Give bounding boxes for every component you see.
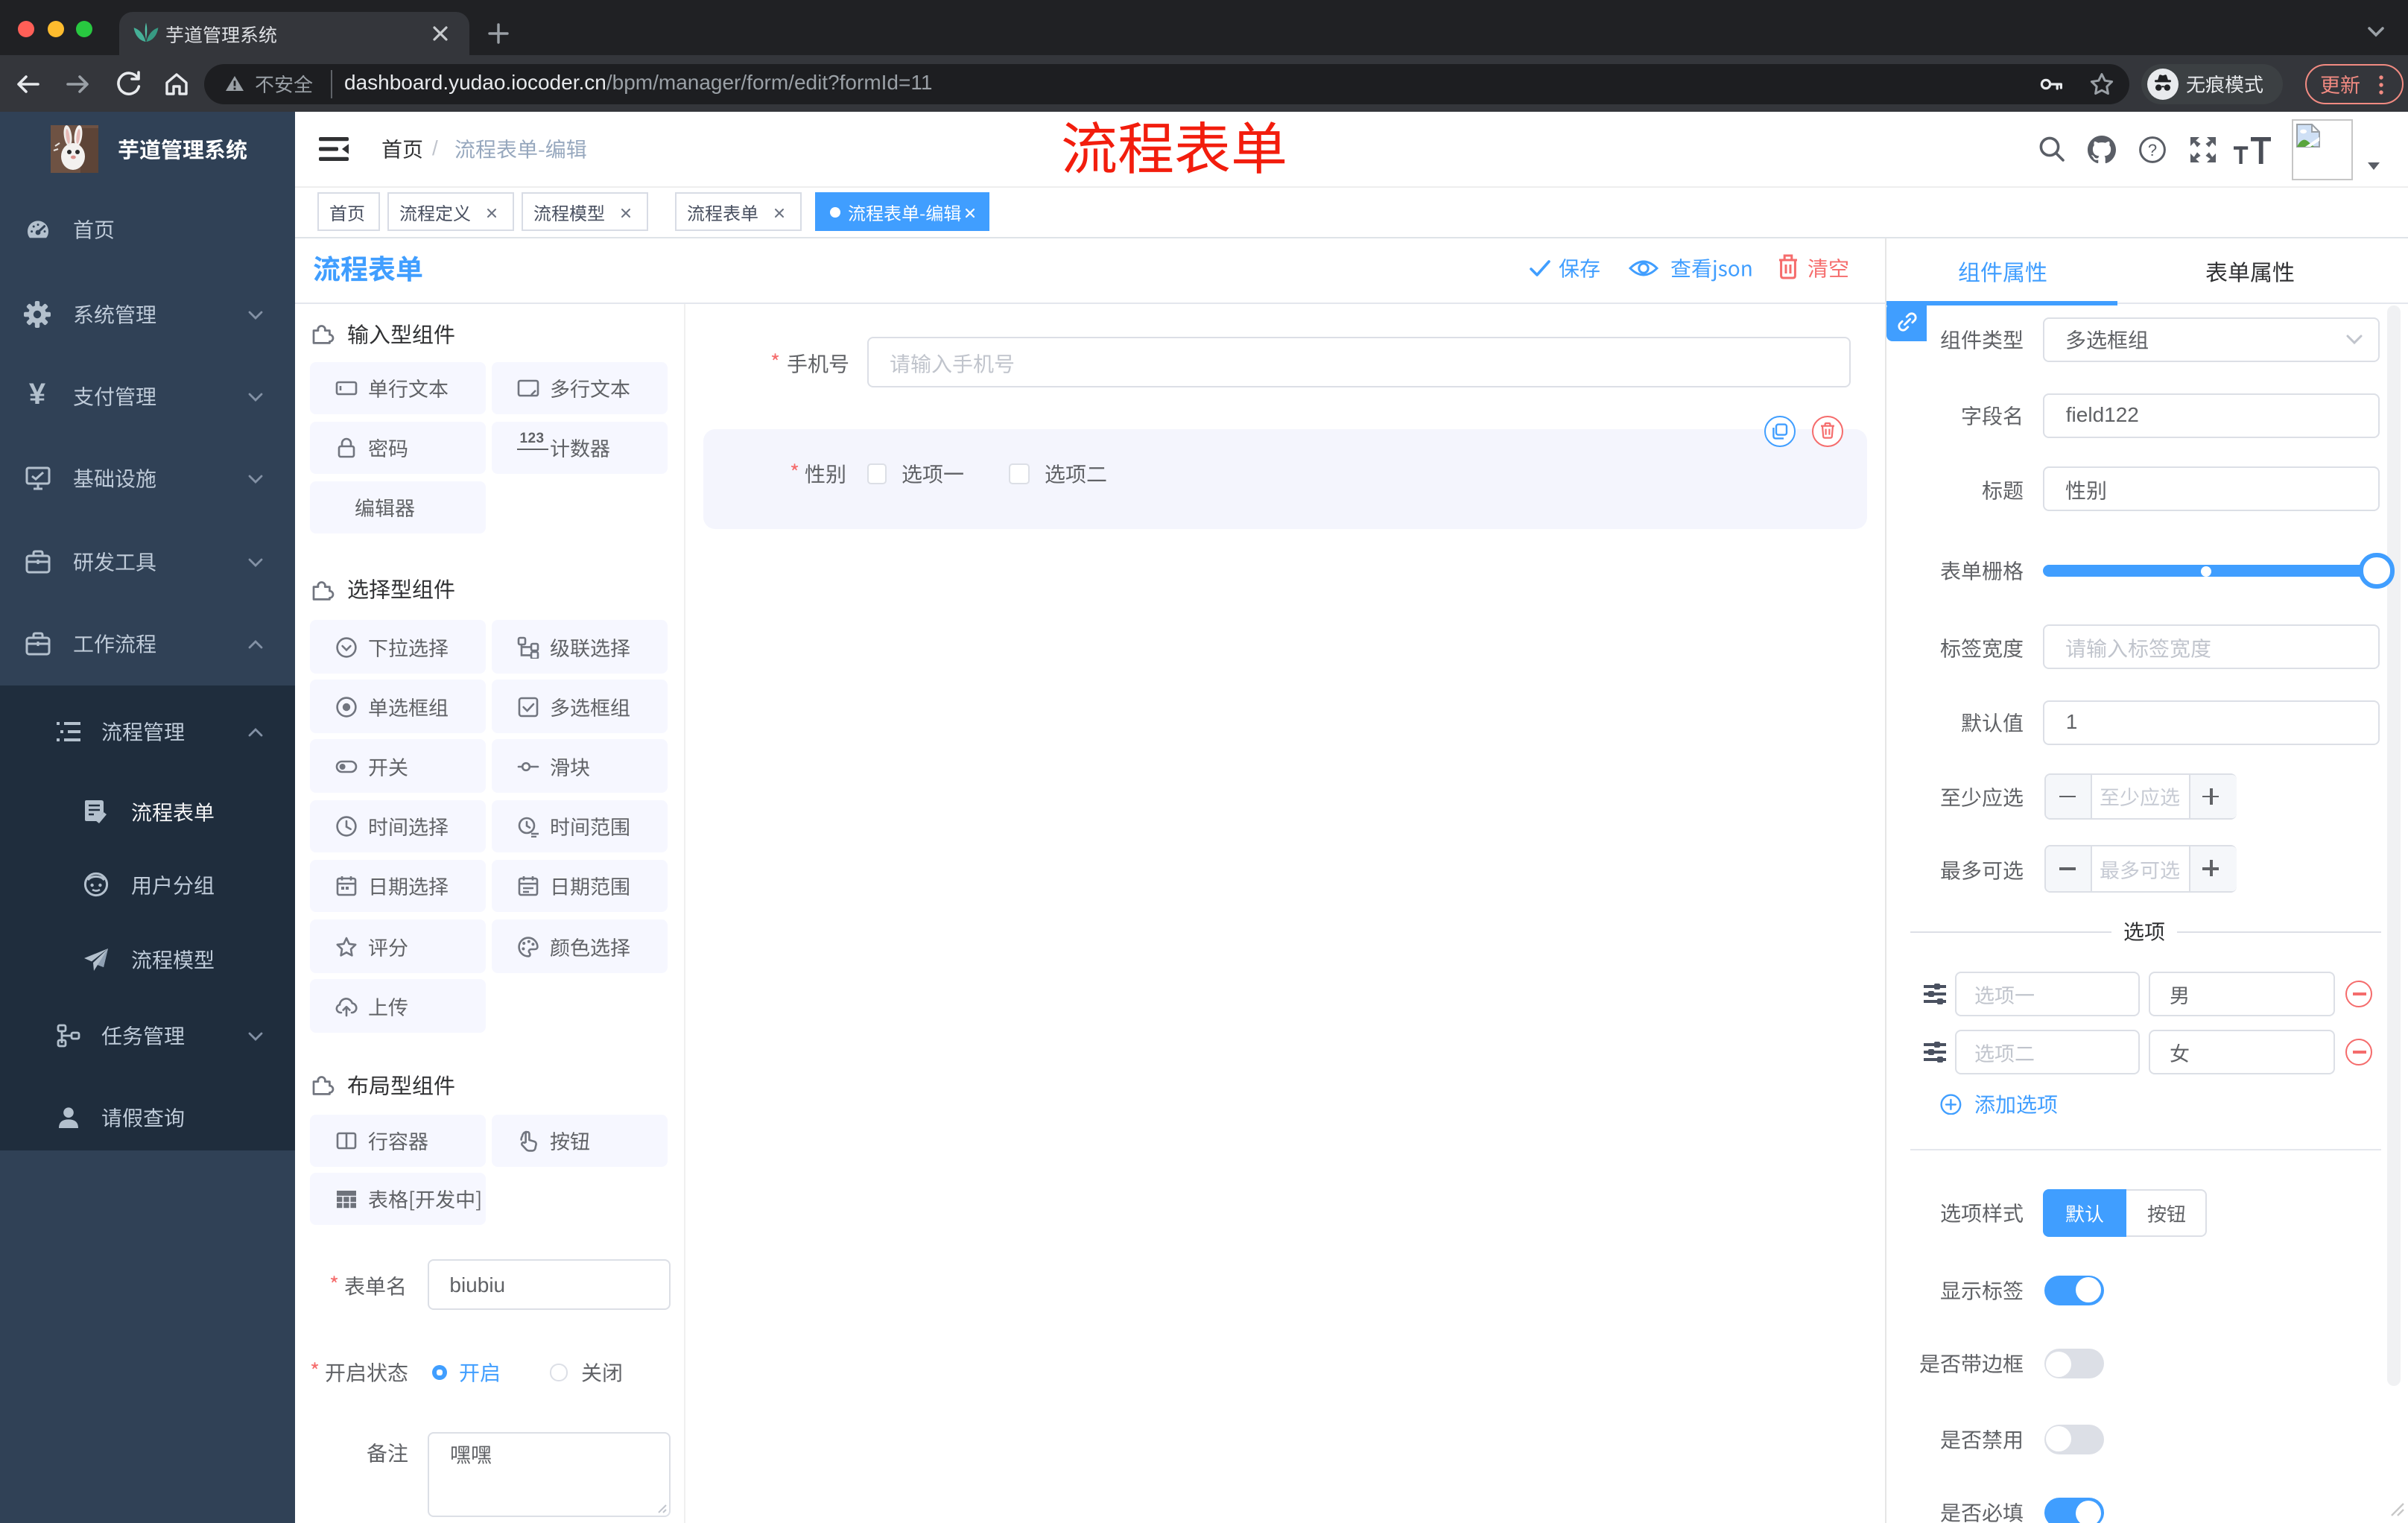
svg-text:?: ? bbox=[2148, 140, 2157, 159]
